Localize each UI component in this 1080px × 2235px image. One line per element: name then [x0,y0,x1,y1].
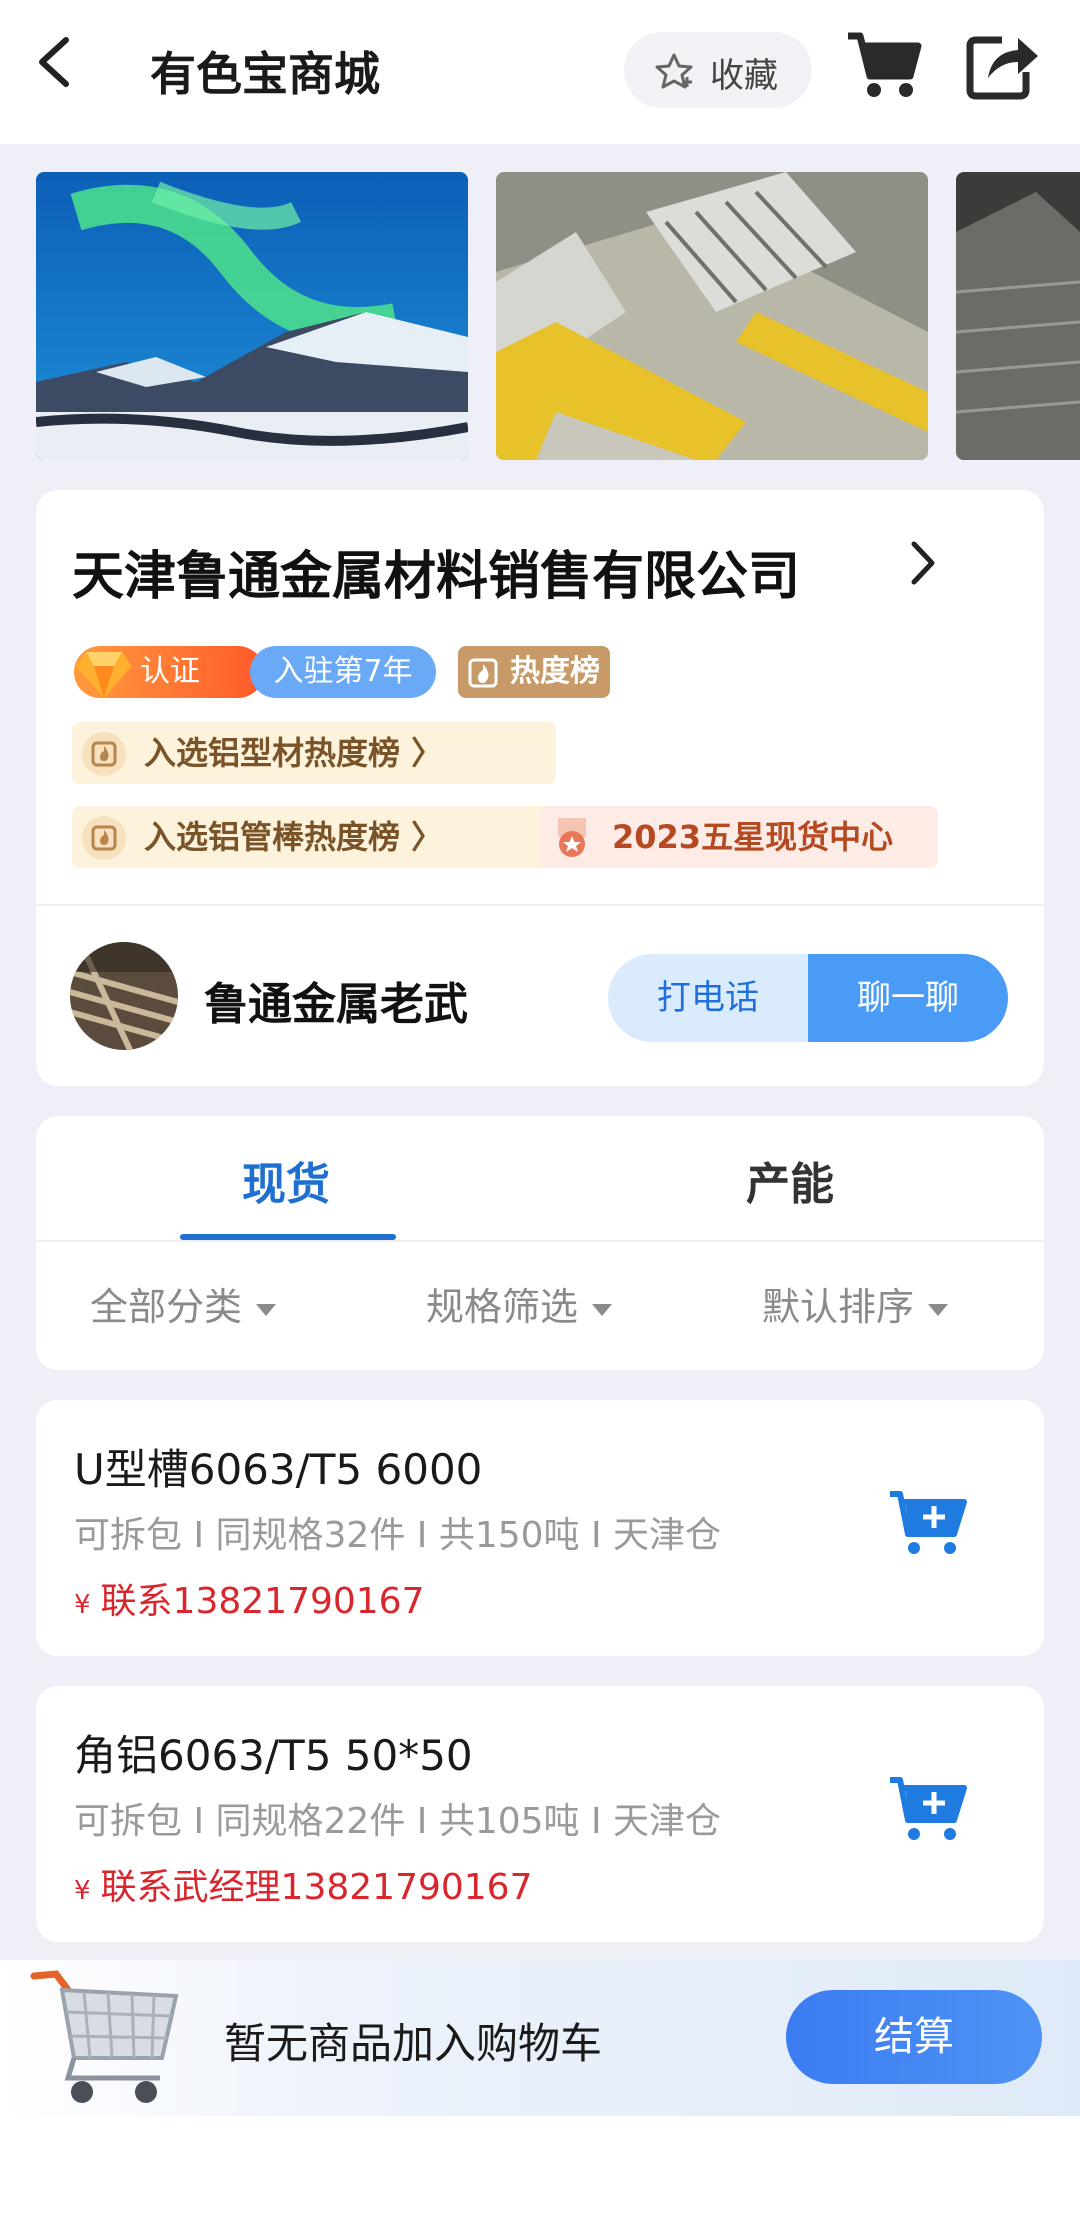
ranking-label: 入选铝管棒热度榜 〉 [144,818,444,856]
carousel-photo-aluminum-tubes[interactable] [496,172,928,460]
product-contact: ¥ 联系武经理13821790167 [74,1858,533,1910]
five-star-label: 2023五星现货中心 [612,818,894,856]
product-card[interactable]: 角铝6063/T5 50*50 可拆包 I 同规格22件 I 共105吨 I 天… [36,1686,1044,1942]
certified-badge: 认证 [74,646,264,698]
store-card: 天津鲁通金属材料销售有限公司 认证 入驻第7年 热度榜 入选铝型材热度榜 〉 入… [36,490,1044,1086]
star-plus-icon [655,53,693,89]
avatar[interactable] [70,942,178,1050]
ranking-aluminum-profiles[interactable]: 入选铝型材热度榜 〉 [72,722,556,784]
checkout-button[interactable]: 结算 [786,1990,1042,2084]
diamond-icon [76,652,132,698]
product-card[interactable]: U型槽6063/T5 6000 可拆包 I 同规格32件 I 共150吨 I 天… [36,1400,1044,1656]
seller-name: 鲁通金属老武 [204,979,468,1030]
tab-spot-goods[interactable]: 现货 [242,1148,330,1212]
store-name[interactable]: 天津鲁通金属材料销售有限公司 [72,534,800,609]
currency-symbol: ¥ [74,1590,91,1620]
shopping-cart-icon [30,1970,179,2103]
image-carousel[interactable] [0,172,1080,462]
add-to-cart-icon[interactable] [888,1774,968,1844]
back-button[interactable] [30,30,80,94]
flame-icon [468,658,498,688]
product-meta: 可拆包 I 同规格22件 I 共105吨 I 天津仓 [74,1801,722,1842]
certified-label: 认证 [140,654,200,689]
share-icon[interactable] [966,28,1040,100]
trophy-icon [82,816,126,860]
currency-symbol: ¥ [74,1876,91,1906]
five-star-spot-center: 2023五星现货中心 [540,806,938,868]
product-name: U型槽6063/T5 6000 [74,1445,483,1494]
favorite-button[interactable]: 收藏 [624,32,812,108]
tab-capacity[interactable]: 产能 [746,1148,834,1212]
contact-text: 联系武经理13821790167 [100,1867,533,1908]
ranking-label: 入选铝型材热度榜 〉 [144,734,444,772]
chat-button[interactable]: 聊一聊 [808,954,1008,1042]
empty-cart-text: 暂无商品加入购物车 [224,2019,603,2068]
page-title: 有色宝商城 [150,47,380,101]
cart-icon[interactable] [846,30,922,100]
medal-icon [558,818,586,857]
carousel-photo-metal-stock[interactable] [956,172,1080,460]
filter-sort[interactable]: 默认排序 [762,1276,949,1331]
bottom-spacer [0,2116,1080,2235]
product-contact: ¥ 联系13821790167 [74,1572,425,1624]
filter-label: 默认排序 [762,1285,915,1329]
favorite-label: 收藏 [710,56,778,96]
filter-spec[interactable]: 规格筛选 [426,1276,613,1331]
divider [36,904,1044,906]
chevron-right-icon[interactable] [908,538,938,588]
filter-category[interactable]: 全部分类 [90,1276,277,1331]
contact-text: 联系13821790167 [100,1581,425,1622]
product-name: 角铝6063/T5 50*50 [74,1731,473,1780]
caret-down-icon [592,1303,613,1316]
filter-label: 全部分类 [90,1285,243,1329]
divider [36,1240,1044,1242]
chevron-left-icon [39,37,69,87]
ranking-aluminum-tubes[interactable]: 入选铝管棒热度榜 〉 [72,806,556,868]
product-meta: 可拆包 I 同规格32件 I 共150吨 I 天津仓 [74,1515,722,1556]
bottom-cart-bar: 暂无商品加入购物车 结算 [0,1960,1080,2116]
hot-rank-label: 热度榜 [510,654,600,689]
hot-rank-badge: 热度榜 [458,646,610,698]
tabs-card: 现货 产能 全部分类 规格筛选 默认排序 [36,1116,1044,1370]
filter-label: 规格筛选 [426,1285,579,1329]
top-bar: 有色宝商城 收藏 [0,0,1080,144]
years-badge: 入驻第7年 [250,646,436,698]
caret-down-icon [928,1303,949,1316]
call-button[interactable]: 打电话 [608,954,808,1042]
trophy-icon [82,732,126,776]
carousel-photo-aurora[interactable] [36,172,468,460]
caret-down-icon [256,1303,277,1316]
add-to-cart-icon[interactable] [888,1488,968,1558]
